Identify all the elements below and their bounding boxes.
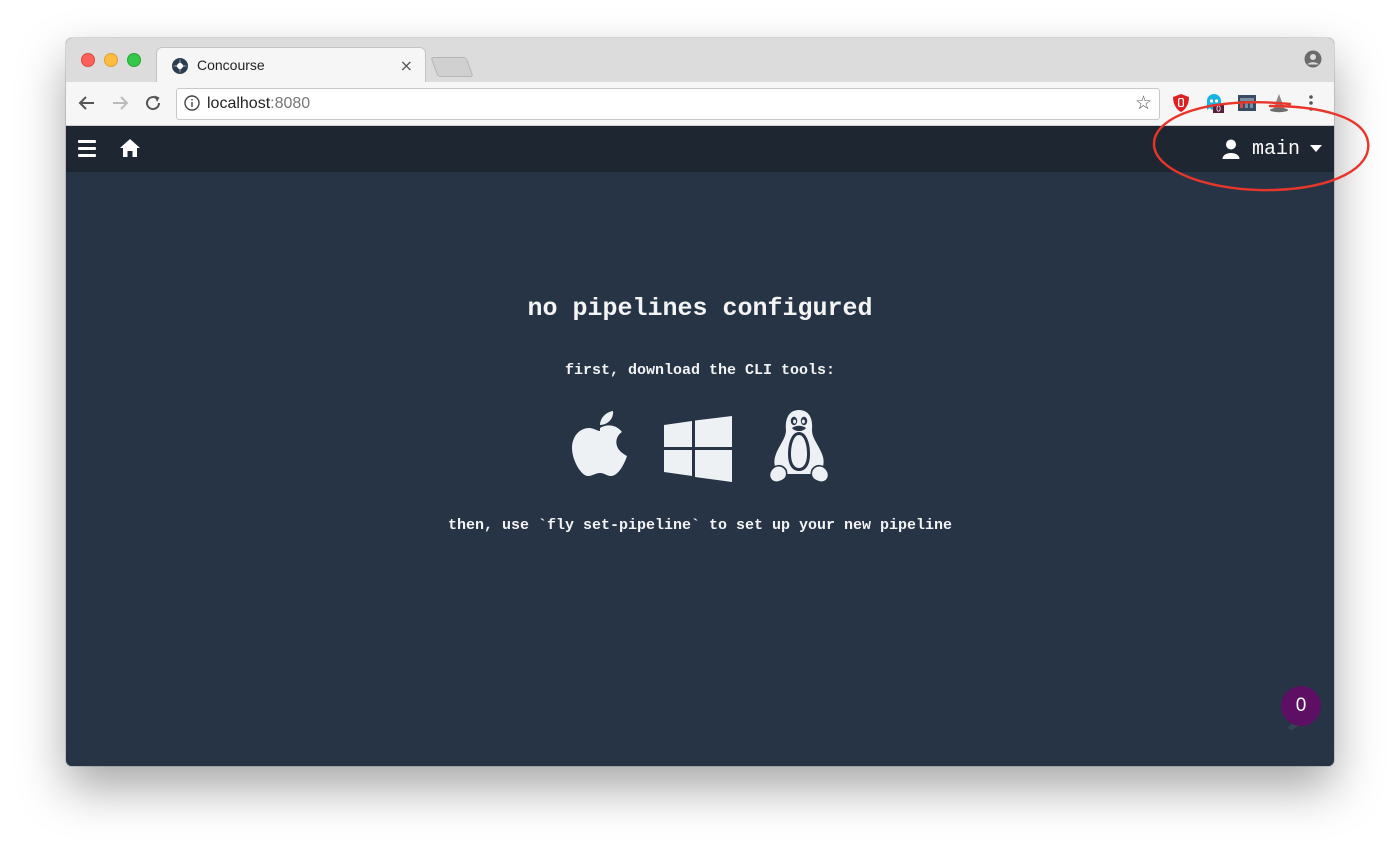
- url-host: localhost: [207, 95, 271, 112]
- more-vertical-icon[interactable]: [1300, 92, 1322, 114]
- notification-badge[interactable]: 0: [1281, 686, 1321, 730]
- tab-strip: Concourse ×: [66, 38, 1334, 84]
- url-port: :8080: [270, 95, 311, 112]
- address-bar[interactable]: localhost:8080 ☆: [176, 88, 1160, 120]
- back-arrow-icon[interactable]: [76, 92, 98, 114]
- concourse-topbar: main: [66, 126, 1334, 172]
- chevron-down-icon: [1310, 145, 1322, 152]
- reload-icon[interactable]: [142, 92, 164, 114]
- hamburger-line: [78, 154, 96, 157]
- bookmark-star-icon[interactable]: ☆: [1135, 92, 1152, 114]
- notification-count: 0: [1281, 686, 1321, 726]
- user-team-menu[interactable]: main: [1222, 134, 1322, 164]
- set-pipeline-instructions: then, use `fly set-pipeline` to set up y…: [447, 517, 953, 534]
- close-window-button[interactable]: [81, 53, 95, 67]
- ghostery-count: 0: [1216, 105, 1221, 114]
- new-tab-button[interactable]: [430, 57, 474, 77]
- download-prompt: first, download the CLI tools:: [564, 362, 836, 379]
- windows-logo-icon[interactable]: [664, 416, 732, 482]
- apple-logo-icon[interactable]: [570, 410, 630, 482]
- tab-close-icon[interactable]: ×: [400, 56, 413, 75]
- user-icon: [1222, 139, 1240, 159]
- tab-concourse[interactable]: Concourse ×: [156, 47, 426, 84]
- browser-window: Concourse × localhost:8080 ☆ 0 main no p…: [66, 38, 1334, 766]
- ghostery-icon[interactable]: 0: [1203, 92, 1225, 114]
- home-icon[interactable]: [119, 138, 141, 158]
- minimize-window-button[interactable]: [104, 53, 118, 67]
- hamburger-menu-icon[interactable]: [78, 140, 96, 158]
- forward-arrow-icon[interactable]: [109, 92, 131, 114]
- site-info-icon[interactable]: [184, 95, 200, 111]
- main-content: no pipelines configured first, download …: [66, 172, 1334, 766]
- profile-icon[interactable]: [1304, 50, 1322, 68]
- tab-title: Concourse: [197, 57, 265, 73]
- cli-download-icons: [570, 410, 832, 486]
- url-text: localhost:8080: [207, 95, 310, 113]
- hamburger-line: [78, 140, 96, 143]
- linux-tux-icon[interactable]: [766, 408, 832, 484]
- maximize-window-button[interactable]: [127, 53, 141, 67]
- ublock-icon[interactable]: [1170, 92, 1192, 114]
- browser-toolbar: localhost:8080 ☆ 0: [66, 82, 1334, 126]
- hamburger-line: [78, 147, 96, 150]
- concourse-favicon-icon: [172, 58, 188, 74]
- wizard-hat-icon[interactable]: [1268, 92, 1290, 114]
- team-name: main: [1251, 137, 1300, 161]
- empty-state-title: no pipelines configured: [527, 294, 873, 323]
- onenote-clipper-icon[interactable]: [1236, 92, 1258, 114]
